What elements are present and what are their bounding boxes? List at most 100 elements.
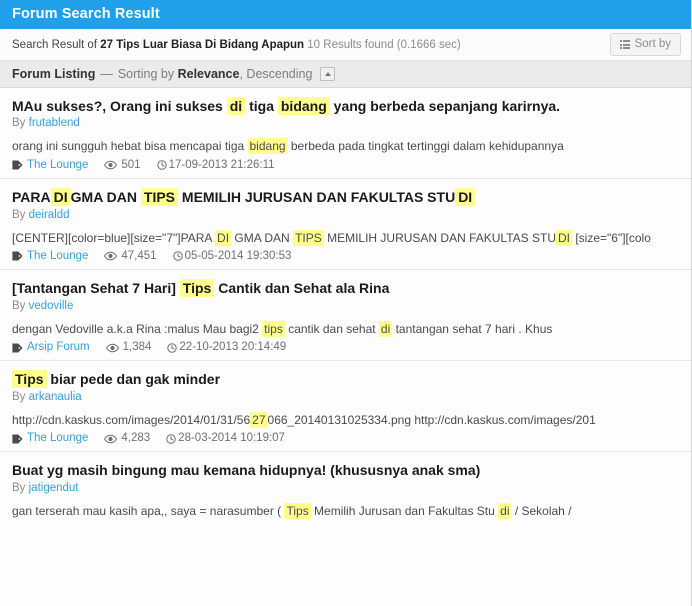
text-run: cantik dan sehat [284, 321, 379, 336]
search-term-highlight: Tips [284, 502, 311, 519]
result-forum[interactable]: The Lounge [12, 431, 89, 445]
collapse-listing-button[interactable] [320, 67, 336, 81]
listing-dash: — [100, 67, 113, 81]
list-icon [619, 40, 631, 49]
by-label: By [12, 390, 26, 403]
result-date: 05-05-2014 19:30:53 [172, 249, 292, 263]
result-date-label: 05-05-2014 19:30:53 [184, 249, 292, 262]
result-meta-row: Arsip Forum 1,384 22-10-2013 20:14:49 [12, 340, 679, 354]
search-result-item: [Tantangan Sehat 7 Hari] Tips Cantik dan… [0, 270, 691, 362]
text-run: PARA [12, 189, 51, 206]
search-term-highlight: bidang [247, 138, 288, 155]
sort-field: Relevance [177, 67, 240, 81]
text-run: [CENTER][color=blue][size="7"]PARA [12, 230, 216, 245]
sort-by-button[interactable]: Sort by [609, 33, 681, 56]
search-result-item: PARA DI GMA DAN TIPS MEMILIH JURUSAN DAN F… [0, 179, 691, 271]
result-title-link[interactable]: MAu sukses?, Orang ini sukses di tiga bi… [12, 97, 679, 115]
result-date-label: 22-10-2013 20:14:49 [179, 340, 287, 353]
text-run: http://cdn.kaskus.com/images/2014/01/31/… [12, 412, 251, 427]
clock-icon [167, 342, 178, 353]
text-run: tiga [245, 98, 278, 114]
result-author-link[interactable]: jatigendut [29, 482, 79, 494]
search-term-highlight: Tips [12, 370, 47, 389]
result-date-label: 17-09-2013 21:26:11 [168, 158, 275, 171]
search-summary-bar: Search Result of 27 Tips Luar Biasa Di B… [0, 29, 691, 61]
result-author-link[interactable]: arkanaulia [29, 391, 82, 403]
result-views-count: 47,451 [121, 249, 157, 262]
result-views: 4,283 [104, 431, 151, 445]
result-title-link[interactable]: Buat yg masih bingung mau kemana hidupny… [12, 461, 679, 479]
search-result-item: MAu sukses?, Orang ini sukses di tiga bi… [0, 88, 691, 180]
text-run: biar pede dan gak minder [46, 371, 221, 388]
sorting-description: Sorting by Relevance, Descending [118, 67, 313, 81]
result-forum[interactable]: The Lounge [12, 249, 89, 263]
by-label: By [12, 208, 26, 221]
result-views: 1,384 [105, 341, 151, 354]
result-snippet: [CENTER][color=blue][size="7"]PARA DI GM… [12, 229, 679, 246]
text-run: Memilih Jurusan dan Fakultas Stu [310, 503, 499, 518]
result-author-link[interactable]: frutablend [29, 117, 80, 129]
search-query: 27 Tips Luar Biasa Di Bidang Apapun [100, 38, 305, 51]
search-term-highlight: di [226, 97, 246, 115]
result-author-link[interactable]: deiraldd [29, 209, 70, 221]
forum-listing-bar: Forum Listing — Sorting by Relevance, De… [0, 61, 691, 88]
search-term-highlight: TIPS [140, 188, 179, 207]
result-forum-label: The Lounge [27, 249, 89, 262]
result-forum-label: The Lounge [27, 431, 89, 444]
result-views: 501 [104, 158, 141, 172]
search-term-highlight: tips [262, 320, 285, 337]
text-run: dengan Vedoville a.k.a Rina :malus Mau b… [12, 321, 263, 336]
text-run: / Sekolah / [511, 503, 572, 518]
search-term-highlight: TIPS [293, 229, 324, 246]
eye-icon [104, 434, 118, 444]
result-meta-row: The Lounge 501 17-09-2013 21:26:11 [12, 158, 679, 172]
text-run: Cantik dan Sehat ala Rina [214, 280, 390, 297]
by-label: By [12, 299, 26, 312]
text-run: orang ini sungguh hebat bisa mencapai ti… [12, 139, 248, 154]
search-results-list: MAu sukses?, Orang ini sukses di tiga bi… [0, 88, 691, 531]
page-title: Forum Search Result [12, 6, 160, 23]
clock-icon [156, 160, 167, 171]
result-title-link[interactable]: Tips biar pede dan gak minder [12, 370, 679, 389]
search-term-highlight: 27 [250, 411, 268, 428]
search-term-highlight: DI [556, 229, 572, 246]
result-views-count: 501 [121, 158, 141, 171]
clock-icon [166, 433, 176, 444]
search-result-item: Buat yg masih bingung mau kemana hidupny… [0, 452, 691, 531]
result-forum[interactable]: The Lounge [12, 159, 88, 172]
result-date: 28-03-2014 10:19:07 [166, 432, 285, 445]
sorting-prefix: Sorting by [117, 67, 175, 81]
result-forum[interactable]: Arsip Forum [12, 341, 90, 354]
result-byline: By jatigendut [12, 481, 679, 496]
result-views: 47,451 [104, 249, 157, 263]
eye-icon [105, 343, 119, 353]
eye-icon [104, 251, 118, 261]
result-meta-row: The Lounge 47,451 05-05-2014 19:30:53 [12, 249, 679, 263]
text-run: MEMILIH JURUSAN DAN FAKULTAS STU [178, 189, 456, 206]
search-term-highlight: Tips [179, 279, 215, 298]
eye-icon [104, 160, 118, 170]
result-title-link[interactable]: PARA DI GMA DAN TIPS MEMILIH JURUSAN DAN F… [12, 188, 679, 207]
sort-by-label: Sort by [634, 37, 671, 50]
tag-icon [12, 160, 23, 170]
text-run: GMA DAN [70, 189, 141, 206]
result-views-count: 4,283 [121, 431, 151, 444]
text-run: MAu sukses?, Orang ini sukses [12, 98, 227, 114]
result-author-link[interactable]: vedoville [29, 300, 74, 312]
clock-icon [172, 251, 183, 262]
tag-icon [12, 251, 23, 261]
search-term-highlight: DI [215, 229, 232, 246]
text-run: GMA DAN [231, 230, 294, 245]
search-summary-text: Search Result of 27 Tips Luar Biasa Di B… [12, 39, 461, 51]
text-run: 066_20140131025334.png http://cdn.kaskus… [267, 412, 596, 427]
text-run: yang berbeda sepanjang karirnya. [329, 98, 561, 114]
sort-direction: Descending [246, 67, 313, 81]
chevron-up-icon [324, 72, 331, 76]
result-byline: By deiraldd [12, 208, 679, 223]
text-run: tantangan sehat 7 hari . Khus [392, 321, 553, 336]
search-term-highlight: di [498, 502, 512, 519]
result-byline: By arkanaulia [12, 390, 679, 405]
text-run: [size="6"][colo [572, 230, 651, 245]
result-title-link[interactable]: [Tantangan Sehat 7 Hari] Tips Cantik dan… [12, 279, 679, 298]
by-label: By [12, 481, 26, 494]
